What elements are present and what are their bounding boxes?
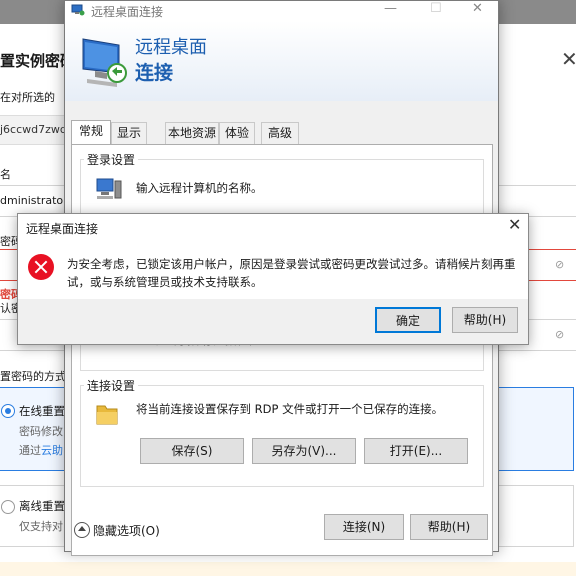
close-icon[interactable]: ✕ bbox=[561, 47, 576, 71]
online-reset-desc-prefix: 通过 bbox=[19, 444, 41, 457]
save-button[interactable]: 保存(S) bbox=[140, 438, 244, 464]
online-reset-desc: 密码修改 bbox=[19, 425, 63, 438]
error-help-button[interactable]: 帮助(H) bbox=[452, 307, 518, 333]
tab-advanced[interactable]: 高级 bbox=[261, 122, 299, 144]
rdc-help-button[interactable]: 帮助(H) bbox=[410, 514, 488, 540]
panel-subtitle: 在对所选的 bbox=[0, 91, 55, 104]
username-value: dministrator bbox=[0, 194, 68, 207]
error-close-icon[interactable]: ✕ bbox=[508, 215, 521, 234]
connect-button[interactable]: 连接(N) bbox=[324, 514, 404, 540]
error-message: 为安全考虑，已锁定该用户帐户，原因是登录尝试或密码更改尝试过多。请稍候片刻再重试… bbox=[67, 257, 516, 289]
minimize-button[interactable]: — bbox=[384, 1, 397, 16]
login-prompt: 输入远程计算机的名称。 bbox=[136, 181, 263, 195]
offline-reset-desc: 仅支持对 bbox=[19, 520, 63, 533]
login-settings-label: 登录设置 bbox=[84, 151, 139, 168]
cloud-assistant-link[interactable]: 云助 bbox=[41, 444, 63, 457]
online-reset-label: 在线重置 bbox=[19, 404, 65, 418]
rdc-header-line2: 连接 bbox=[135, 62, 174, 84]
error-dialog-title: 远程桌面连接 bbox=[26, 222, 99, 236]
instance-id: j6ccwd7zwd4 bbox=[0, 123, 74, 136]
tab-experience[interactable]: 体验 bbox=[219, 122, 255, 144]
offline-reset-radio[interactable] bbox=[1, 500, 15, 514]
rdc-close-button[interactable]: ✕ bbox=[472, 1, 483, 16]
remote-desktop-monitor-icon bbox=[82, 38, 127, 87]
maximize-button[interactable]: ☐ bbox=[430, 1, 442, 16]
open-button[interactable]: 打开(E)... bbox=[364, 438, 468, 464]
folder-icon bbox=[96, 405, 118, 425]
username-label: 名 bbox=[0, 168, 11, 181]
eye-off-icon[interactable]: ⊘ bbox=[555, 328, 564, 341]
rdc-header-line1: 远程桌面 bbox=[135, 37, 207, 58]
tab-general[interactable]: 常规 bbox=[71, 120, 111, 144]
reset-method-label: 置密码的方式 bbox=[0, 370, 66, 383]
connection-desc: 将当前连接设置保存到 RDP 文件或打开一个已保存的连接。 bbox=[136, 402, 444, 416]
rdc-title-text: 远程桌面连接 bbox=[91, 5, 164, 19]
rdc-app-icon bbox=[71, 4, 85, 16]
online-reset-radio[interactable] bbox=[1, 404, 15, 418]
ok-button[interactable]: 确定 bbox=[375, 307, 441, 333]
error-icon bbox=[28, 254, 54, 280]
tab-local-resources[interactable]: 本地资源 bbox=[165, 122, 219, 144]
error-dialog: 远程桌面连接 ✕ 为安全考虑，已锁定该用户帐户，原因是登录尝试或密码更改尝试过多… bbox=[17, 213, 529, 345]
warning-banner bbox=[0, 562, 576, 576]
eye-off-icon[interactable]: ⊘ bbox=[555, 258, 564, 271]
save-as-button[interactable]: 另存为(V)... bbox=[252, 438, 356, 464]
rdc-footer: 隐藏选项(O) 连接(N) 帮助(H) bbox=[65, 506, 498, 551]
offline-reset-label: 离线重置 bbox=[19, 499, 65, 513]
rdc-header-banner: 远程桌面 连接 bbox=[65, 21, 498, 101]
error-dialog-footer: 确定 帮助(H) bbox=[18, 299, 528, 344]
tab-display[interactable]: 显示 bbox=[111, 122, 147, 144]
connection-settings-label: 连接设置 bbox=[84, 377, 139, 394]
general-tab-pane: 登录设置 输入远程计算机的名称。 允许我保存凭据(R) 连接设置 将当前连接设置… bbox=[71, 144, 493, 556]
chevron-up-icon[interactable] bbox=[74, 522, 90, 538]
online-reset-desc2: 通过云助 bbox=[19, 442, 63, 458]
hide-options-link[interactable]: 隐藏选项(O) bbox=[93, 522, 160, 539]
computer-icon bbox=[96, 178, 122, 199]
rdc-titlebar: 远程桌面连接 — ☐ ✕ bbox=[65, 1, 498, 21]
